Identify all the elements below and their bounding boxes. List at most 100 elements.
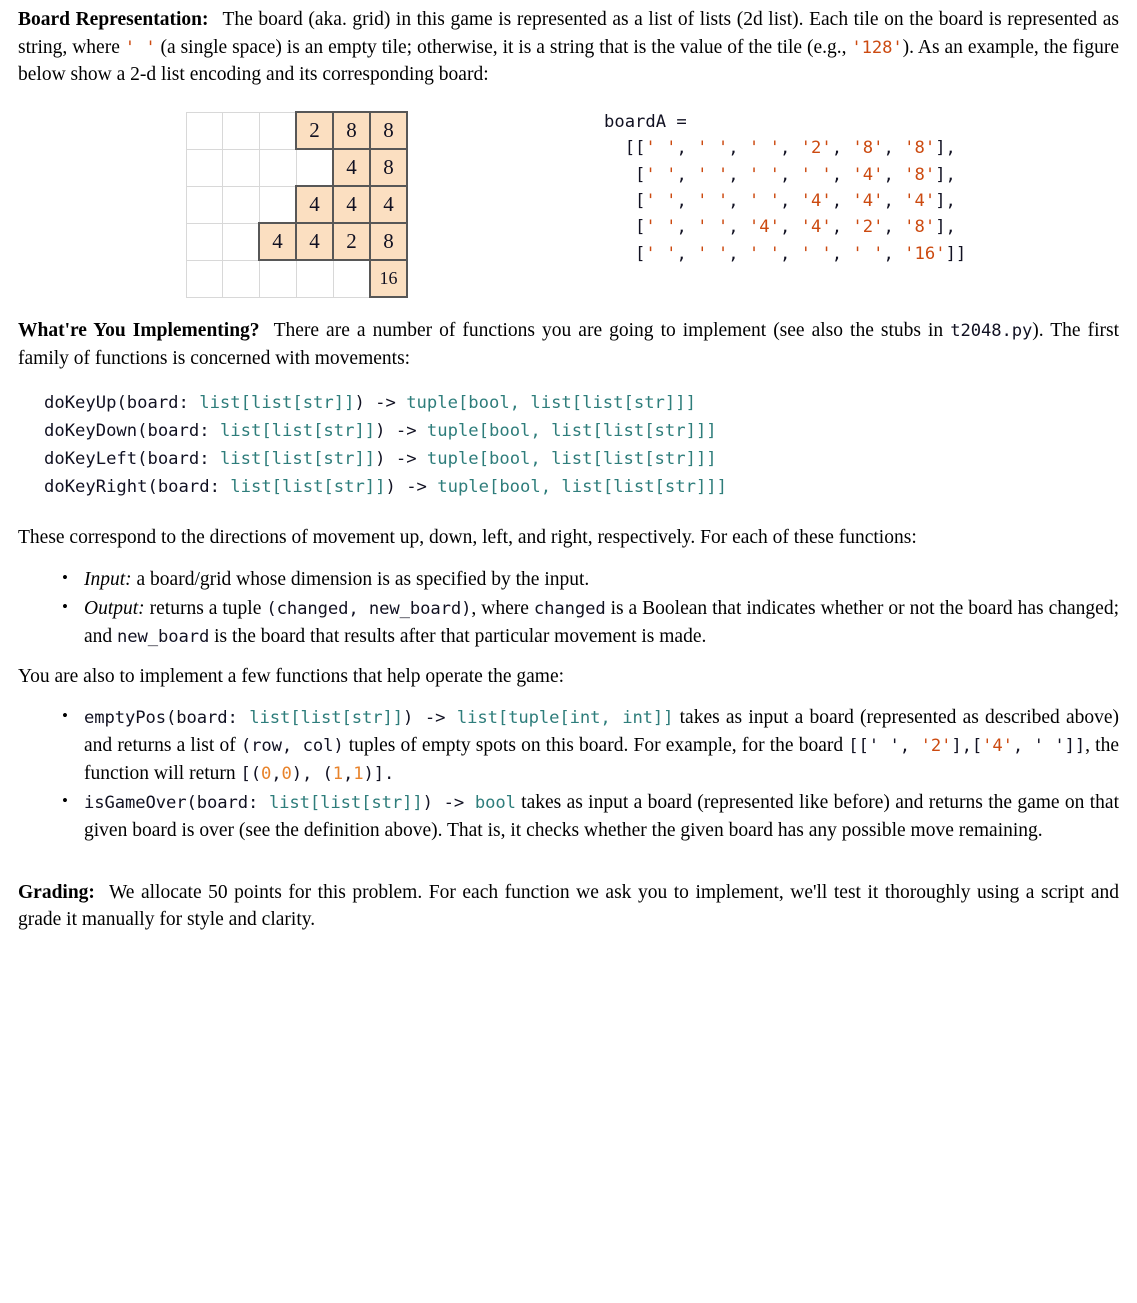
isgameover-fn-name: isGameOver bbox=[84, 793, 187, 814]
board-cell: 4 bbox=[295, 185, 334, 225]
board-cell bbox=[222, 222, 260, 261]
signature-params: (board: bbox=[116, 393, 200, 414]
table-row: 2 8 8 bbox=[186, 111, 408, 151]
board-cell bbox=[186, 222, 223, 261]
signature-arrow: ) -> bbox=[375, 421, 427, 442]
inline-code-changed-newboard: (changed, new_board) bbox=[266, 599, 472, 620]
signature-fn-name: doKeyRight bbox=[44, 477, 148, 498]
signature-fn-name: doKeyUp bbox=[44, 393, 117, 414]
signature-type-out: tuple[bool, list[list[str]]] bbox=[426, 421, 717, 442]
input-text: a board/grid whose dimension is as speci… bbox=[131, 568, 590, 590]
board-cell: 4 bbox=[295, 222, 334, 262]
emptypos-fn-name: emptyPos bbox=[84, 708, 166, 729]
board-cell: 2 bbox=[332, 222, 371, 262]
board-cell: 4 bbox=[332, 148, 371, 188]
inline-code-128: '128' bbox=[851, 37, 903, 58]
also-implement-paragraph: You are also to implement a few function… bbox=[18, 665, 565, 687]
board-representation-lead: Board Representation: bbox=[18, 9, 209, 30]
inline-code-changed: changed bbox=[533, 599, 606, 620]
board-cell bbox=[258, 148, 297, 187]
board-cell bbox=[186, 259, 223, 298]
list-item: Output: returns a tuple (changed, new_bo… bbox=[18, 594, 1119, 650]
grading-lead: Grading: bbox=[18, 881, 95, 903]
output-text-1: returns a tuple bbox=[144, 598, 267, 620]
output-text-4: is the board that results after that par… bbox=[209, 625, 707, 647]
board-cell bbox=[258, 259, 297, 298]
board-representation-text-2: (a single space) is an empty tile; other… bbox=[155, 36, 852, 58]
board-code-line: [' ', ' ', ' ', ' ', '4', '8'], bbox=[635, 164, 956, 185]
table-row: 4 4 4 bbox=[186, 185, 408, 225]
signature-params: (board: bbox=[147, 477, 231, 498]
implementing-text-1: There are a number of functions you are … bbox=[273, 320, 951, 342]
board-representation-paragraph: Board Representation: The board (aka. gri… bbox=[18, 6, 1119, 89]
board-cell bbox=[222, 148, 260, 187]
signature-line: doKeyLeft(board: list[list[str]]) -> tup… bbox=[44, 449, 717, 469]
board-grid-table: 2 8 8 4 8 4 4 4 4 4 2 8 16 bbox=[186, 111, 408, 299]
isgameover-type-in: list[list[str]] bbox=[268, 793, 423, 814]
inline-code-new-board: new_board bbox=[117, 626, 210, 647]
implementing-lead: What're You Implementing? bbox=[18, 320, 260, 342]
grading-paragraph: Grading: We allocate 50 points for this p… bbox=[18, 879, 1119, 934]
board-grid-body: 2 8 8 4 8 4 4 4 4 4 2 8 16 bbox=[186, 111, 408, 299]
emptypos-text-2: tuples of empty spots on this board. For… bbox=[343, 735, 849, 756]
io-bullet-list: Input: a board/grid whose dimension is a… bbox=[18, 565, 1119, 651]
board-cell bbox=[295, 148, 334, 187]
implementing-paragraph: What're You Implementing? There are a num… bbox=[18, 317, 1119, 372]
board-cell: 4 bbox=[258, 222, 297, 262]
inline-code-example-return: [(0,0), (1,1)]. bbox=[240, 763, 395, 784]
signature-fn-name: doKeyLeft bbox=[44, 449, 138, 470]
board-code-line: [' ', ' ', ' ', '4', '4', '4'], bbox=[635, 191, 956, 211]
signature-type-out: tuple[bool, list[list[str]]] bbox=[437, 477, 727, 498]
signature-fn-name: doKeyDown bbox=[44, 421, 138, 442]
inline-code-example-board: [[' ', '2'],['4', ' ']] bbox=[848, 736, 1086, 756]
board-cell bbox=[222, 185, 260, 224]
board-cell bbox=[222, 111, 260, 150]
board-variable-name: boardA = bbox=[604, 112, 687, 133]
board-cell: 4 bbox=[369, 185, 408, 225]
table-row: 4 8 bbox=[186, 148, 408, 188]
board-cell bbox=[222, 259, 260, 298]
emptypos-sig-open: (board: bbox=[165, 708, 250, 729]
board-cell: 2 bbox=[295, 111, 334, 151]
inline-code-row-col: (row, col) bbox=[240, 736, 344, 756]
board-cell: 16 bbox=[369, 259, 408, 299]
board-cell: 8 bbox=[369, 222, 408, 262]
board-cell bbox=[186, 148, 223, 187]
list-item: Input: a board/grid whose dimension is a… bbox=[18, 565, 1119, 594]
output-text-2: , where bbox=[471, 598, 534, 620]
signature-params: (board: bbox=[137, 421, 220, 442]
signature-line: doKeyUp(board: list[list[str]]) -> tuple… bbox=[44, 393, 696, 413]
signature-line: doKeyDown(board: list[list[str]]) -> tup… bbox=[44, 421, 717, 441]
inline-code-filename: t2048.py bbox=[950, 321, 1033, 342]
board-cell bbox=[295, 259, 334, 298]
board-cell bbox=[186, 185, 223, 224]
signature-type-out: tuple[bool, list[list[str]]] bbox=[426, 449, 717, 470]
grading-text: We allocate 50 points for this problem. … bbox=[18, 881, 1119, 931]
signature-type-in: list[list[str]] bbox=[219, 449, 376, 470]
signature-line: doKeyRight(board: list[list[str]]) -> tu… bbox=[44, 477, 727, 497]
output-label: Output: bbox=[84, 598, 145, 620]
signature-type-out: tuple[bool, list[list[str]]] bbox=[406, 393, 696, 414]
isgameover-type-out: bool bbox=[474, 793, 516, 814]
emptypos-type-in: list[list[str]] bbox=[249, 708, 404, 729]
table-row: 4 4 2 8 bbox=[186, 222, 408, 262]
correspond-paragraph: These correspond to the directions of mo… bbox=[18, 526, 917, 548]
signature-arrow: ) -> bbox=[354, 393, 407, 414]
signature-arrow: ) -> bbox=[375, 449, 427, 470]
board-cell: 8 bbox=[369, 111, 408, 151]
list-item: emptyPos(board: list[list[str]]) -> list… bbox=[18, 703, 1119, 787]
signature-type-in: list[list[str]] bbox=[199, 393, 355, 414]
signature-type-in: list[list[str]] bbox=[230, 477, 386, 498]
inline-code-empty-string: ' ' bbox=[124, 37, 156, 58]
board-cell bbox=[186, 111, 223, 150]
board-cell: 8 bbox=[369, 148, 408, 188]
board-cell bbox=[258, 185, 297, 224]
board-cell: 8 bbox=[332, 111, 371, 151]
board-grid: 2 8 8 4 8 4 4 4 4 4 2 8 16 bbox=[186, 111, 408, 299]
helper-bullet-list: emptyPos(board: list[list[str]]) -> list… bbox=[18, 703, 1119, 844]
list-item: isGameOver(board: list[list[str]]) -> bo… bbox=[18, 788, 1119, 844]
board-figure: 2 8 8 4 8 4 4 4 4 4 2 8 16 boardA = [[' … bbox=[18, 103, 1119, 303]
signature-type-in: list[list[str]] bbox=[219, 421, 376, 442]
board-code-line: [[' ', ' ', ' ', '2', '8', '8'], bbox=[624, 138, 956, 159]
